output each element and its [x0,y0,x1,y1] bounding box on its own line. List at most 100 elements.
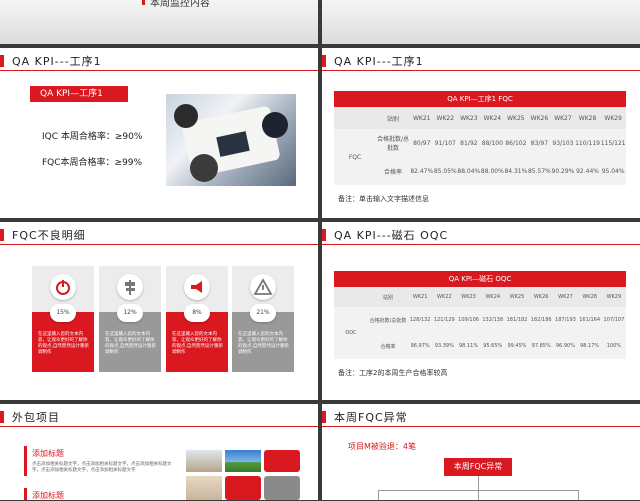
table-cell: 93.39% [434,343,454,349]
table-cell: 182/186 [530,317,552,323]
week-header: WK26 [533,294,549,300]
project-returns: 项目M被验退：4笔 [348,442,416,451]
title-underline [0,70,318,71]
signpost-icon [117,274,143,300]
table-cell: 109/106 [458,317,479,323]
gray-tile [264,476,300,500]
oqc-kpi-table: QA KPI—磁石 OQC 站别 WK21 WK22 WK23 WK24 WK2… [334,271,626,359]
megaphone-icon [184,274,210,300]
table-cell: 92.44% [576,167,599,175]
slide-title: QA KPI---磁石 OQC [334,229,449,242]
building-thumbnail [186,450,222,472]
table-cell: 81/92 [460,139,478,147]
defect-description: 在这里输入您的文本内容，让观众更好的了解你的观点,自然而然设计重新调制作 [105,332,156,355]
kpi-badge: QA KPI—工序1 [30,86,128,102]
table-title: QA KPI—工序1 FQC [334,91,626,107]
title-accent [322,229,326,241]
fqc-kpi-table: QA KPI—工序1 FQC 站别 WK21 WK22 WK23 WK24 WK… [334,91,626,185]
table-cell: 96.97% [410,343,430,349]
table-cell: 84.31% [504,167,528,175]
defect-card: 21% 在这里输入您的文本内容，让观众更好的了解你的观点,自然而然设计重新调制作 [232,266,294,372]
week-header: WK27 [554,114,572,122]
table-cell: 128/132 [409,317,431,323]
table-note: 备注：工序2的本周生产合格率较高 [338,369,448,377]
warning-icon [250,274,276,300]
title-accent [322,55,326,67]
week-header: WK25 [507,114,525,122]
title-underline [322,426,640,427]
item-heading: 添加标题 [32,491,64,500]
table-cell: 88/100 [481,139,503,147]
slide-title-bar: QA KPI---工序1 [322,48,640,71]
table-cell: 97.85% [531,343,551,349]
week-header: WK24 [485,294,501,300]
row-sublabel: 合格率 [380,343,396,350]
table-note: 备注：单击输入文字描述信息 [338,195,429,203]
slide-title: FQC不良明细 [12,229,86,242]
landscape-thumbnail [225,450,261,472]
week-header: WK29 [604,114,622,122]
table-cell: 90.29% [551,167,575,175]
slide-fqc-exceptions[interactable]: 本周FQC异常 [322,404,640,500]
defect-card: 15% 在这里输入您的文本内容，让观众更好的了解你的观点,自然而然设计重新调制作 [32,266,94,372]
table-cell: 83/97 [530,139,549,147]
week-header: WK28 [582,294,597,300]
connector-line [578,490,579,500]
defect-percent: 12% [117,304,143,322]
slide-title-bar: FQC不良明细 [0,222,318,245]
table-cell: 121/129 [433,317,455,323]
item-heading: 添加标题 [32,449,64,458]
table-cell: 98.17% [580,343,600,349]
defect-description: 在这里输入您的文本内容，让观众更好的了解你的观点,自然而然设计重新调制作 [238,332,289,355]
table-cell: 115/121 [600,139,626,147]
table-cell: 95.04% [601,167,625,175]
week-header: WK27 [558,294,573,300]
item-accent [24,446,27,476]
title-accent [322,411,326,423]
week-header: WK22 [437,294,452,300]
table-cell: 85.05% [433,167,457,175]
week-header: WK23 [460,114,478,122]
slide-title-bar: QA KPI---工序1 [0,48,318,71]
slide-grid: 本周监控内容 QA KPI---工序1 QA KPI—工序1 IQC 本周合格率… [0,0,640,500]
slide-thumbnail-top-left[interactable]: 本周监控内容 [0,0,318,44]
fqc-rate: FQC本周合格率：≥99% [42,158,143,168]
connector-line [478,476,479,490]
title-accent [0,411,4,423]
slide-title-bar: 外包项目 [0,404,318,427]
table-cell: 187/193 [555,317,576,323]
table-cell: 91/107 [434,139,456,147]
table-cell: 82.47% [410,167,434,175]
slide-title: 外包项目 [12,411,60,424]
week-header: WK21 [412,294,428,300]
table-cell: 107/107 [603,317,625,323]
table-cell: 181/182 [506,317,528,323]
row-sublabel: 合格批数/总批数 [376,136,410,152]
table-title: QA KPI—磁石 OQC [334,271,626,287]
week-header: WK26 [530,114,549,122]
table-cell: 88.00% [480,167,504,175]
item-description: 点击添加相关标题文字，点击添加相关标题文字，点击添加相关标题文字，点击添加相关标… [32,462,172,473]
row-sublabel: 合格批数/总批数 [369,317,407,324]
title-accent [0,55,4,67]
item-accent [24,488,27,500]
row-label: FQC [348,153,362,161]
title-underline [322,244,640,245]
table-cell: 100% [606,343,622,349]
col-empty [334,287,368,307]
defect-card: 12% 在这里输入您的文本内容，让观众更好的了解你的观点,自然而然设计重新调制作 [99,266,161,372]
table-cell: 99.45% [507,343,527,349]
table-cell: 132/138 [482,317,504,323]
slide-partial-title: 本周监控内容 [150,0,210,9]
connector-line [378,490,379,500]
col-header: 站别 [382,294,393,301]
table-cell: 95.65% [483,343,503,349]
title-accent [0,229,4,241]
slide-thumbnail-top-right[interactable] [322,0,640,44]
table-cell: 86/102 [505,139,527,147]
title-underline [0,426,318,427]
title-accent [142,0,145,5]
defect-description: 在这里输入您的文本内容，让观众更好的了解你的观点,自然而然设计重新调制作 [172,332,223,355]
red-tile [264,450,300,472]
col-header: 站别 [386,115,399,123]
